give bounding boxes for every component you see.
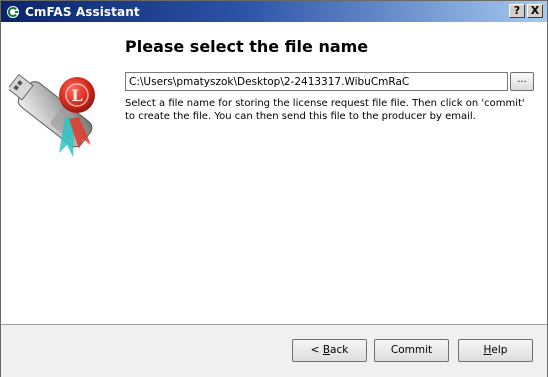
file-path-input[interactable] [125, 72, 508, 91]
window-title: CmFAS Assistant [25, 4, 140, 19]
help-icon[interactable]: ? [509, 4, 525, 18]
instructions-text: Select a file name for storing the licen… [125, 98, 525, 122]
help-button[interactable]: Help [458, 339, 533, 362]
svg-text:L: L [71, 86, 82, 105]
help-label-rest: elp [491, 344, 508, 356]
back-label-rest: ack [330, 344, 349, 356]
dialog-window: CmFAS Assistant ? X L Please select the … [0, 0, 548, 377]
back-button[interactable]: < Back [292, 339, 367, 362]
back-label-mnemonic: B [322, 344, 331, 356]
browse-button[interactable]: ... [510, 72, 534, 91]
button-bar: < Back Commit Help [1, 324, 547, 377]
page-title: Please select the file name [125, 37, 369, 56]
usb-license-icon: L [9, 73, 95, 157]
commit-button[interactable]: Commit [374, 339, 449, 362]
title-buttons: ? X [509, 4, 543, 18]
title-bar[interactable]: CmFAS Assistant ? X [1, 1, 547, 22]
close-icon[interactable]: X [527, 4, 543, 18]
app-icon [6, 5, 20, 19]
back-label-prefix: < [310, 344, 323, 356]
